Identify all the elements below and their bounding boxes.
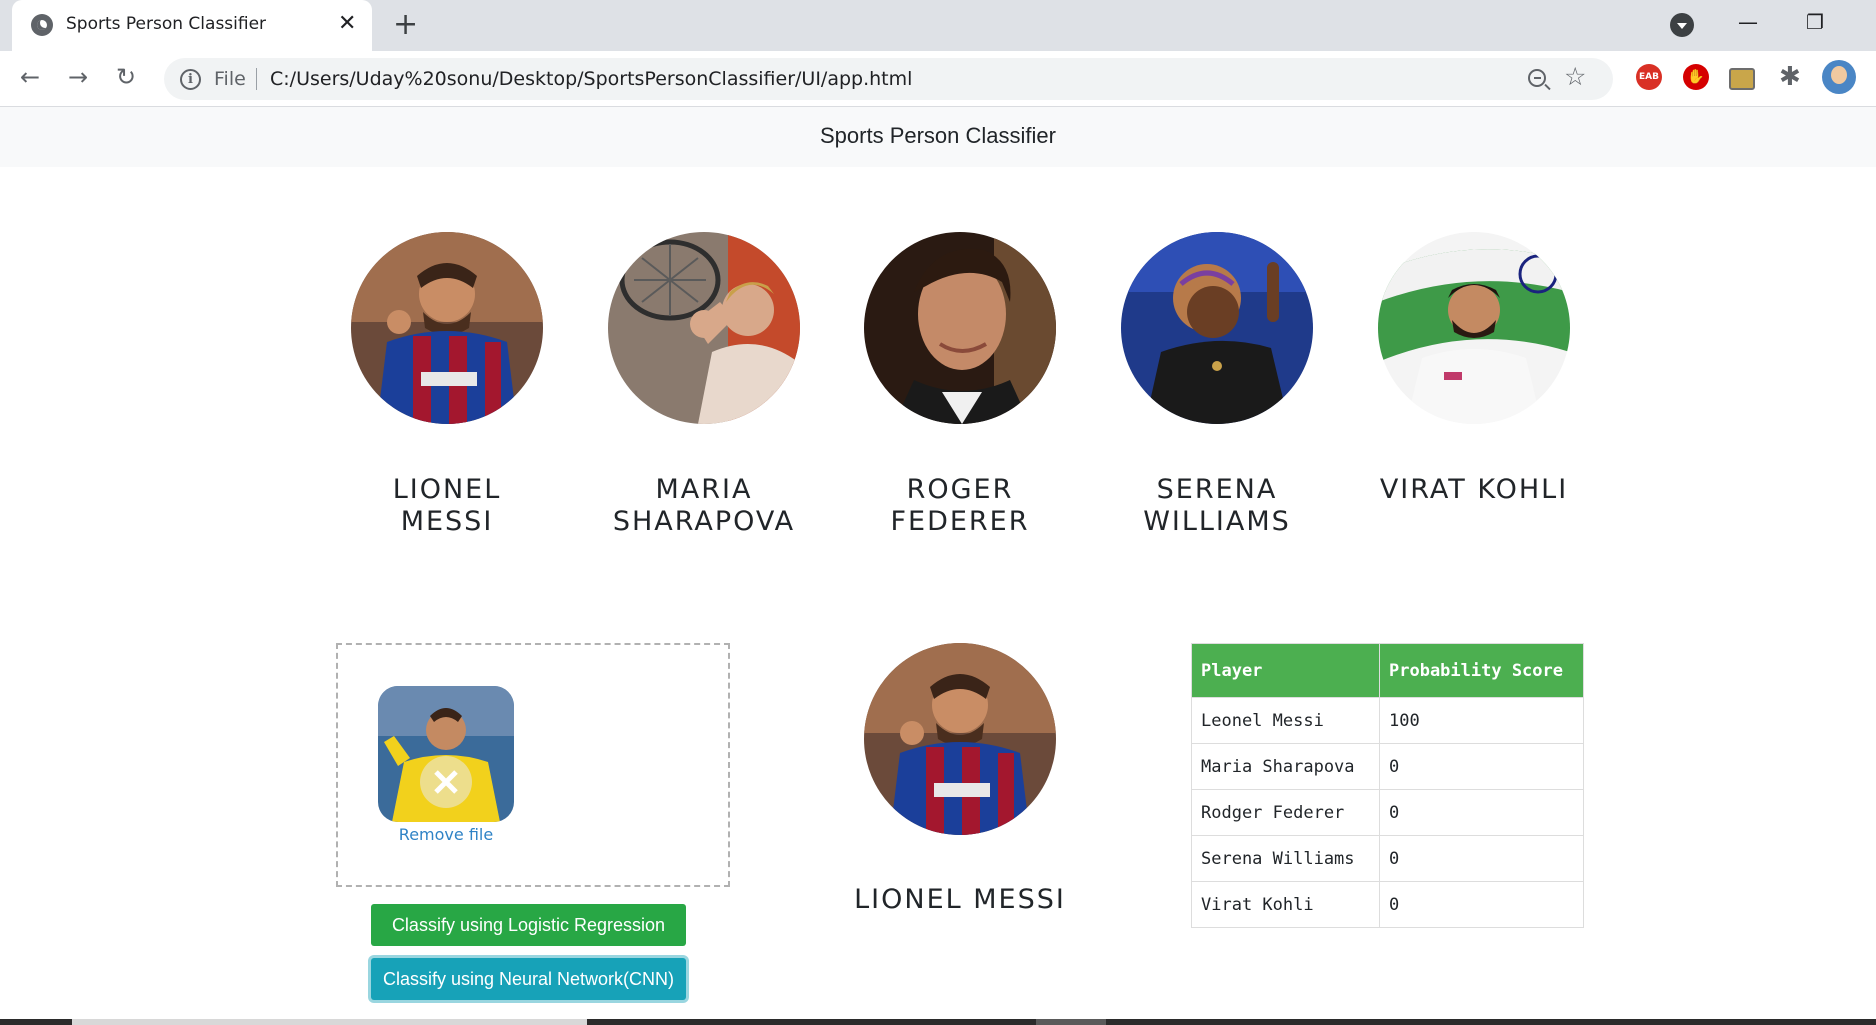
score-cell: 0	[1379, 789, 1584, 836]
image-extension-icon[interactable]	[1729, 68, 1755, 90]
table-row: Virat Kohli 0	[1191, 881, 1584, 928]
browser-toolbar: ← → ↻ i File C:/Users/Uday%20sonu/Deskto…	[0, 51, 1876, 107]
table-header-row: Player Probability Score	[1191, 643, 1584, 698]
browser-tab[interactable]: Sports Person Classifier ✕	[12, 0, 372, 51]
info-icon[interactable]: i	[180, 69, 201, 90]
address-scheme: File	[214, 68, 246, 90]
sharapova-photo	[608, 232, 800, 424]
table-row: Serena Williams 0	[1191, 835, 1584, 882]
classify-logistic-button[interactable]: Classify using Logistic Regression	[371, 904, 686, 946]
player-name: VIRAT KOHLI	[1379, 474, 1569, 505]
address-bar[interactable]: i File C:/Users/Uday%20sonu/Desktop/Spor…	[164, 58, 1613, 100]
federer-photo	[864, 232, 1056, 424]
bookmark-star-icon[interactable]: ☆	[1564, 62, 1586, 91]
taskbar-strip	[0, 1019, 1876, 1025]
player-cell: Rodger Federer	[1191, 789, 1380, 836]
score-cell: 100	[1379, 697, 1584, 744]
score-cell: 0	[1379, 743, 1584, 790]
tab-strip: Sports Person Classifier ✕ + — ❐	[0, 0, 1876, 51]
tab-search-icon[interactable]	[1670, 13, 1694, 37]
file-dropzone[interactable]: Remove file	[336, 643, 730, 887]
address-url[interactable]: C:/Users/Uday%20sonu/Desktop/SportsPerso…	[270, 68, 912, 90]
serena-photo	[1121, 232, 1313, 424]
messi-photo	[351, 232, 543, 424]
reload-icon[interactable]: ↻	[116, 63, 136, 91]
taskbar-segment	[72, 1019, 587, 1025]
profile-avatar[interactable]	[1822, 60, 1856, 94]
player-cell: Maria Sharapova	[1191, 743, 1380, 790]
back-arrow-icon[interactable]: ←	[20, 63, 40, 91]
stop-hand-extension-icon[interactable]: ✋	[1683, 64, 1709, 90]
player-card-messi: LIONEL MESSI	[351, 232, 543, 538]
minimize-icon[interactable]: —	[1738, 10, 1758, 34]
player-name: SERENA WILLIAMS	[1143, 474, 1291, 537]
remove-file-link[interactable]: Remove file	[378, 825, 514, 844]
player-card-serena: SERENA WILLIAMS	[1121, 232, 1313, 538]
player-card-kohli: VIRAT KOHLI	[1378, 232, 1570, 506]
taskbar-segment	[1036, 1019, 1106, 1025]
score-cell: 0	[1379, 881, 1584, 928]
result-player-name: LIONEL MESSI	[854, 884, 1066, 915]
player-name: ROGER FEDERER	[890, 474, 1030, 537]
probability-table: Player Probability Score Leonel Messi 10…	[1191, 643, 1584, 928]
table-row: Maria Sharapova 0	[1191, 743, 1584, 790]
player-card-federer: ROGER FEDERER	[864, 232, 1056, 538]
table-header: Probability Score	[1379, 643, 1584, 698]
address-divider	[256, 68, 257, 90]
uploaded-image-thumbnail	[378, 686, 514, 822]
table-header: Player	[1191, 643, 1380, 698]
player-cell: Serena Williams	[1191, 835, 1380, 882]
restore-icon[interactable]: ❐	[1806, 10, 1824, 34]
score-cell: 0	[1379, 835, 1584, 882]
player-name: MARIA SHARAPOVA	[612, 474, 796, 537]
page-title: Sports Person Classifier	[820, 123, 1056, 148]
classify-cnn-button[interactable]: Classify using Neural Network(CNN)	[371, 958, 686, 1000]
zoom-out-icon[interactable]	[1528, 69, 1546, 87]
eab-extension-icon[interactable]: EAB	[1636, 64, 1662, 90]
new-tab-icon[interactable]: +	[393, 8, 418, 42]
player-name: LIONEL MESSI	[392, 474, 502, 537]
page-navbar: Sports Person Classifier	[0, 107, 1876, 167]
table-row: Rodger Federer 0	[1191, 789, 1584, 836]
forward-arrow-icon[interactable]: →	[68, 63, 88, 91]
globe-icon	[31, 14, 53, 36]
extensions-puzzle-icon[interactable]: ✱	[1779, 64, 1805, 90]
result-photo	[864, 643, 1056, 835]
player-cell: Virat Kohli	[1191, 881, 1380, 928]
player-card-sharapova: MARIA SHARAPOVA	[608, 232, 800, 538]
kohli-photo	[1378, 232, 1570, 424]
table-row: Leonel Messi 100	[1191, 697, 1584, 744]
player-cell: Leonel Messi	[1191, 697, 1380, 744]
close-tab-icon[interactable]: ✕	[338, 11, 356, 37]
tab-title: Sports Person Classifier	[66, 14, 267, 34]
